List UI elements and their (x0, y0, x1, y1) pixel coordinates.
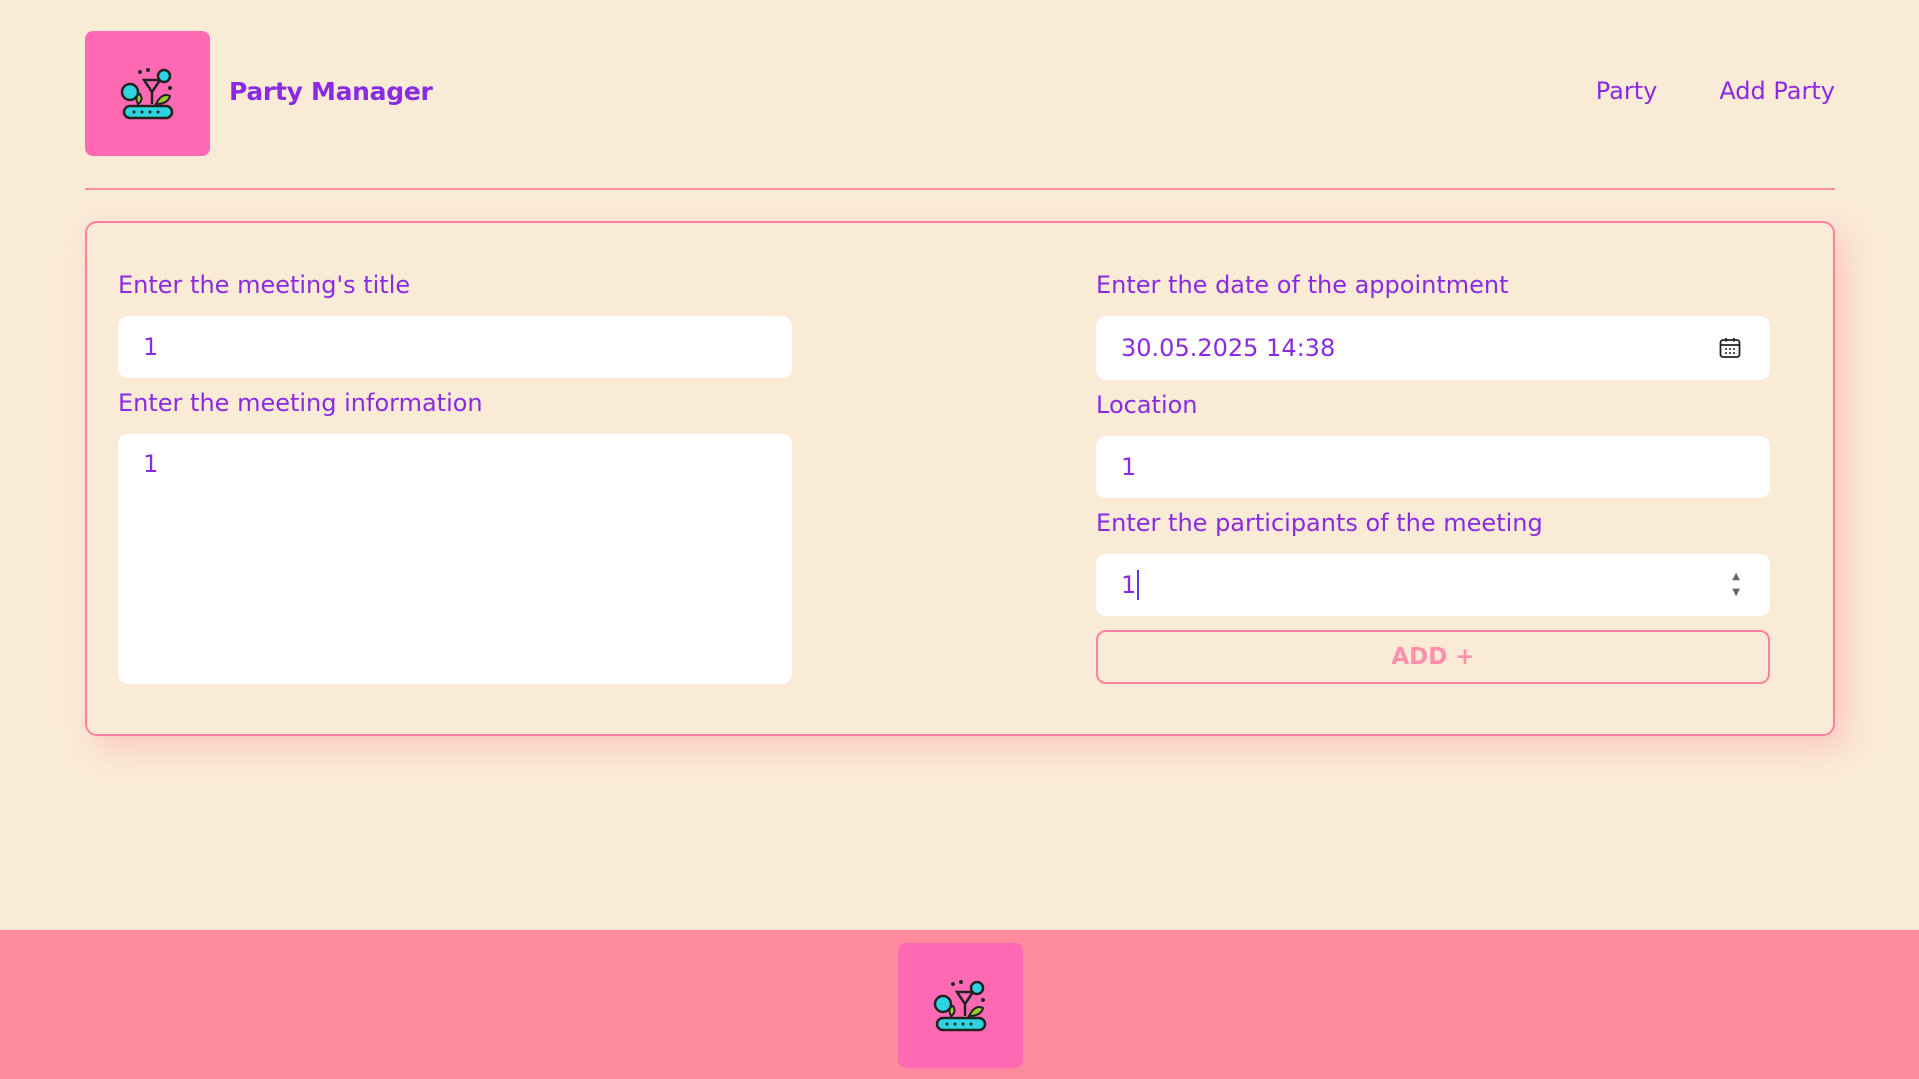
number-spinner-icon[interactable]: ▲ ▼ (1732, 572, 1740, 598)
title-input[interactable]: 1 (118, 316, 792, 378)
footer (0, 930, 1919, 1079)
title-label: Enter the meeting's title (118, 271, 411, 299)
text-cursor (1137, 570, 1140, 600)
location-input-value: 1 (1121, 453, 1137, 481)
spinner-down-icon[interactable]: ▼ (1732, 588, 1740, 598)
main-nav: Party Add Party (1596, 77, 1835, 105)
location-input[interactable]: 1 (1096, 436, 1770, 498)
nav-add-party-link[interactable]: Add Party (1719, 77, 1835, 105)
logo[interactable] (85, 31, 210, 156)
info-textarea[interactable]: 1 (118, 434, 792, 684)
header-divider (85, 188, 1835, 190)
calendar-icon[interactable] (1718, 336, 1742, 360)
date-input[interactable]: 30.05.2025 14:38 (1096, 316, 1770, 380)
party-logo-icon (120, 67, 173, 119)
participants-input[interactable]: 1 ▲ ▼ (1096, 554, 1770, 616)
page: Party Manager Party Add Party Enter the … (0, 0, 1919, 1079)
date-label: Enter the date of the appointment (1096, 271, 1509, 299)
party-logo-icon (933, 979, 986, 1031)
add-party-form: Enter the meeting's title 1 Enter the me… (85, 221, 1835, 736)
date-input-value: 30.05.2025 14:38 (1121, 334, 1336, 362)
info-label: Enter the meeting information (118, 389, 483, 417)
nav-party-link[interactable]: Party (1596, 77, 1658, 105)
participants-label: Enter the participants of the meeting (1096, 509, 1543, 537)
info-textarea-value: 1 (143, 450, 159, 478)
footer-logo[interactable] (898, 943, 1023, 1068)
add-button[interactable]: ADD + (1096, 630, 1770, 684)
title-input-value: 1 (143, 333, 159, 361)
header: Party Manager Party Add Party (85, 31, 1835, 156)
location-label: Location (1096, 391, 1198, 419)
brand-title[interactable]: Party Manager (229, 77, 433, 106)
spinner-up-icon[interactable]: ▲ (1732, 572, 1740, 582)
participants-input-value: 1 (1121, 571, 1137, 599)
